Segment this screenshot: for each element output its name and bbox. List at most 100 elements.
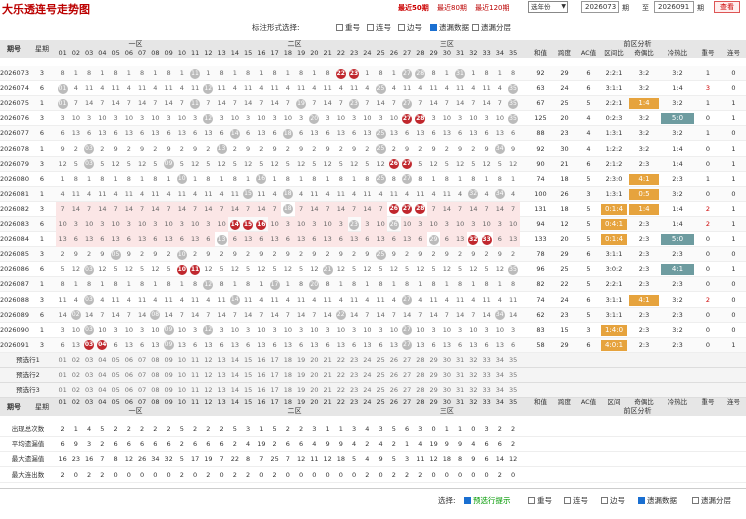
preselect-num[interactable]: 05 <box>109 383 122 398</box>
preselect-num[interactable]: 33 <box>480 383 493 398</box>
preselect-num[interactable]: 35 <box>507 353 520 368</box>
preselect-num[interactable]: 03 <box>83 353 96 368</box>
checkbox-icon[interactable] <box>367 24 374 31</box>
preselect-num[interactable]: 02 <box>69 353 82 368</box>
preselect-num[interactable]: 01 <box>56 368 69 383</box>
preselect-num[interactable]: 04 <box>96 368 109 383</box>
preselect-num[interactable]: 21 <box>321 383 334 398</box>
preselect-num[interactable]: 14 <box>228 368 241 383</box>
preselect-num[interactable]: 27 <box>401 353 414 368</box>
preselect-num[interactable]: 11 <box>189 353 202 368</box>
preselect-num[interactable]: 25 <box>374 353 387 368</box>
preselect-num[interactable]: 22 <box>334 383 347 398</box>
preselect-num[interactable]: 12 <box>202 383 215 398</box>
preselect-num[interactable]: 28 <box>414 368 427 383</box>
to-issue-input[interactable]: 2026091 <box>654 1 694 13</box>
opt-miss-layer[interactable]: 遗漏分层 <box>472 22 511 33</box>
preselect-num[interactable]: 11 <box>189 368 202 383</box>
preselect-num[interactable]: 31 <box>454 383 467 398</box>
preselect-num[interactable]: 10 <box>175 383 188 398</box>
preselect-num[interactable]: 07 <box>136 368 149 383</box>
preselect-num[interactable]: 15 <box>242 353 255 368</box>
preselect-num[interactable]: 23 <box>348 383 361 398</box>
opt-repeat[interactable]: 重号 <box>336 22 360 33</box>
preselect-num[interactable]: 12 <box>202 368 215 383</box>
preselect-num[interactable]: 15 <box>242 368 255 383</box>
preselect-num[interactable]: 26 <box>387 353 400 368</box>
preselect-num[interactable]: 16 <box>255 383 268 398</box>
preselect-num[interactable]: 17 <box>268 353 281 368</box>
preselect-num[interactable]: 09 <box>162 353 175 368</box>
preselect-num[interactable]: 20 <box>308 368 321 383</box>
preselect-num[interactable]: 25 <box>374 383 387 398</box>
preselect-num[interactable]: 17 <box>268 383 281 398</box>
preselect-num[interactable]: 18 <box>281 383 294 398</box>
preselect-num[interactable]: 18 <box>281 368 294 383</box>
preselect-num[interactable]: 27 <box>401 383 414 398</box>
preselect-num[interactable]: 03 <box>83 368 96 383</box>
preselect-num[interactable]: 26 <box>387 368 400 383</box>
year-select[interactable]: 选年份 <box>528 1 568 13</box>
preselect-num[interactable]: 24 <box>361 353 374 368</box>
preselect-num[interactable]: 30 <box>440 383 453 398</box>
from-issue-input[interactable]: 2026073 <box>581 1 619 13</box>
preselect-num[interactable]: 26 <box>387 383 400 398</box>
preselect-num[interactable]: 19 <box>295 368 308 383</box>
checkbox-checked-icon[interactable] <box>638 497 645 504</box>
checkbox-checked-icon[interactable] <box>464 497 471 504</box>
preselect-num[interactable]: 20 <box>308 353 321 368</box>
checkbox-checked-icon[interactable] <box>430 24 437 31</box>
preselect-num[interactable]: 33 <box>480 353 493 368</box>
checkbox-icon[interactable] <box>692 497 699 504</box>
preselect-num[interactable]: 12 <box>202 353 215 368</box>
recent-120-link[interactable]: 最近120期 <box>475 4 509 12</box>
preselect-num[interactable]: 06 <box>122 353 135 368</box>
preselect-num[interactable]: 06 <box>122 383 135 398</box>
preselect-num[interactable]: 10 <box>175 353 188 368</box>
preselect-num[interactable]: 13 <box>215 353 228 368</box>
recent-80-link[interactable]: 最近80期 <box>437 4 467 12</box>
preselect-num[interactable]: 18 <box>281 353 294 368</box>
preselect-num[interactable]: 10 <box>175 368 188 383</box>
preselect-num[interactable]: 28 <box>414 383 427 398</box>
preselect-num[interactable]: 08 <box>149 368 162 383</box>
preselect-num[interactable]: 08 <box>149 383 162 398</box>
preselect-num[interactable]: 24 <box>361 368 374 383</box>
checkbox-icon[interactable] <box>398 24 405 31</box>
preselect-num[interactable]: 32 <box>467 368 480 383</box>
bopt-preselect[interactable]: 预选行提示 <box>464 495 511 506</box>
preselect-num[interactable]: 09 <box>162 383 175 398</box>
preselect-num[interactable]: 16 <box>255 368 268 383</box>
preselect-num[interactable]: 01 <box>56 383 69 398</box>
opt-edge[interactable]: 边号 <box>398 22 422 33</box>
checkbox-icon[interactable] <box>601 497 608 504</box>
preselect-num[interactable]: 25 <box>374 368 387 383</box>
preselect-num[interactable]: 24 <box>361 383 374 398</box>
preselect-num[interactable]: 13 <box>215 368 228 383</box>
preselect-num[interactable]: 07 <box>136 353 149 368</box>
preselect-num[interactable]: 14 <box>228 383 241 398</box>
preselect-num[interactable]: 27 <box>401 368 414 383</box>
bopt-miss-data[interactable]: 遗漏数据 <box>638 495 677 506</box>
preselect-num[interactable]: 29 <box>427 353 440 368</box>
preselect-num[interactable]: 35 <box>507 368 520 383</box>
preselect-num[interactable]: 31 <box>454 368 467 383</box>
preselect-num[interactable]: 28 <box>414 353 427 368</box>
checkbox-icon[interactable] <box>472 24 479 31</box>
preselect-num[interactable]: 23 <box>348 368 361 383</box>
preselect-num[interactable]: 04 <box>96 383 109 398</box>
preselect-num[interactable]: 30 <box>440 353 453 368</box>
preselect-num[interactable]: 30 <box>440 368 453 383</box>
preselect-num[interactable]: 34 <box>493 353 506 368</box>
preselect-num[interactable]: 14 <box>228 353 241 368</box>
opt-consecutive[interactable]: 连号 <box>367 22 391 33</box>
preselect-num[interactable]: 17 <box>268 368 281 383</box>
preselect-num[interactable]: 03 <box>83 383 96 398</box>
bopt-miss-layer[interactable]: 遗漏分层 <box>692 495 731 506</box>
preselect-num[interactable]: 22 <box>334 353 347 368</box>
preselect-num[interactable]: 23 <box>348 353 361 368</box>
preselect-num[interactable]: 34 <box>493 368 506 383</box>
preselect-num[interactable]: 22 <box>334 368 347 383</box>
preselect-num[interactable]: 21 <box>321 368 334 383</box>
preselect-num[interactable]: 09 <box>162 368 175 383</box>
